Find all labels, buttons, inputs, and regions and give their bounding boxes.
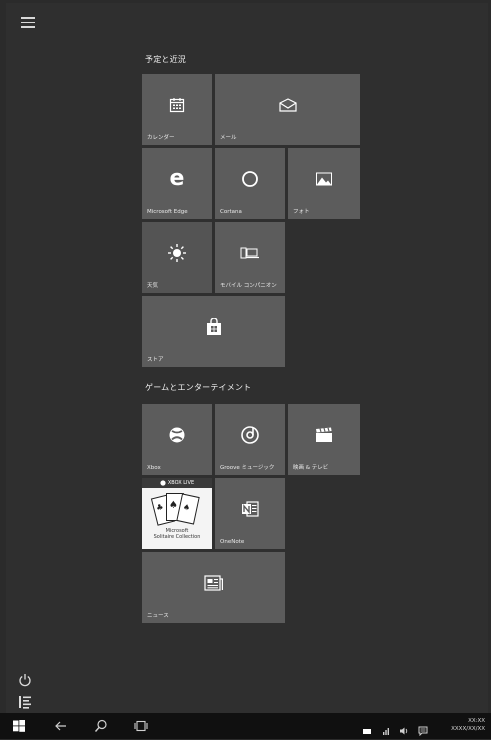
start-menu: 予定と近況 カレンダー メール e Microsoft Edge Cortana… (6, 3, 488, 713)
tile-solitaire[interactable]: XBOX LIVE ♠ ♣ ♠ Microsoft Solitaire Coll… (142, 478, 212, 549)
tile-label: 天気 (147, 283, 159, 289)
tile-calendar[interactable]: カレンダー (142, 74, 212, 145)
all-apps-icon[interactable] (18, 694, 32, 709)
news-icon (203, 575, 224, 591)
tile-mail[interactable]: メール (215, 74, 360, 145)
mail-icon (278, 98, 297, 112)
photos-icon (316, 172, 332, 186)
tile-cortana[interactable]: Cortana (215, 148, 285, 219)
task-view-icon[interactable] (134, 718, 150, 734)
onenote-icon (241, 500, 259, 518)
xbox-logo-icon (160, 480, 166, 486)
power-icon[interactable] (18, 672, 32, 687)
tile-label: Microsoft Edge (147, 209, 188, 215)
group-title-schedule: 予定と近況 (145, 55, 186, 64)
tile-weather[interactable]: 天気 (142, 222, 212, 293)
clock-time: XX:XX (468, 718, 485, 724)
back-arrow-icon[interactable] (54, 718, 70, 734)
solitaire-title-line2: Solitaire Collection (153, 534, 201, 540)
calendar-icon (169, 97, 185, 113)
xbox-icon (168, 426, 186, 444)
solitaire-title: Microsoft Solitaire Collection (142, 528, 212, 540)
hamburger-menu-icon[interactable] (21, 17, 35, 29)
clapperboard-icon (314, 427, 334, 443)
tile-store[interactable]: ストア (142, 296, 285, 367)
store-icon (206, 318, 222, 336)
clock-date: XXXX/XX/XX (451, 726, 485, 732)
xbox-live-badge: XBOX LIVE (142, 478, 212, 488)
tile-onenote[interactable]: OneNote (215, 478, 285, 549)
tile-label: 映画 & テレビ (293, 465, 329, 471)
tile-label: フォト (293, 209, 310, 215)
tile-label: OneNote (220, 539, 245, 545)
edge-icon: e (169, 166, 185, 192)
action-center-icon[interactable] (418, 721, 428, 737)
tile-news[interactable]: ニュース (142, 552, 285, 623)
tile-movies[interactable]: 映画 & テレビ (288, 404, 360, 475)
tile-phone-companion[interactable]: モバイル コンパニオン (215, 222, 285, 293)
tile-edge[interactable]: e Microsoft Edge (142, 148, 212, 219)
tile-xbox[interactable]: Xbox (142, 404, 212, 475)
tile-groove[interactable]: Groove ミュージック (215, 404, 285, 475)
tile-photos[interactable]: フォト (288, 148, 360, 219)
tile-label: Xbox (147, 465, 161, 471)
cortana-icon (241, 170, 259, 188)
tile-label: メール (220, 135, 237, 141)
tile-label: Groove ミュージック (220, 465, 275, 471)
volume-icon[interactable] (399, 721, 409, 735)
playing-cards-icon: ♠ ♣ ♠ (150, 492, 202, 526)
tile-label: モバイル コンパニオン (220, 283, 277, 289)
network-icon[interactable] (381, 721, 391, 735)
sun-icon (167, 243, 187, 263)
search-icon[interactable] (94, 718, 110, 734)
tile-label: カレンダー (147, 135, 175, 141)
badge-label: XBOX LIVE (167, 480, 195, 486)
clock[interactable]: XX:XX XXXX/XX/XX (451, 717, 485, 733)
battery-icon[interactable] (362, 721, 372, 734)
taskbar: XX:XX XXXX/XX/XX (0, 713, 491, 739)
groove-music-icon (240, 425, 260, 445)
windows-start-icon[interactable] (12, 718, 28, 734)
tile-label: ニュース (147, 613, 169, 619)
tile-label: Cortana (220, 209, 242, 215)
group-title-games: ゲームとエンターテイメント (145, 383, 252, 392)
phone-laptop-icon (240, 246, 260, 260)
tile-label: ストア (147, 357, 164, 363)
